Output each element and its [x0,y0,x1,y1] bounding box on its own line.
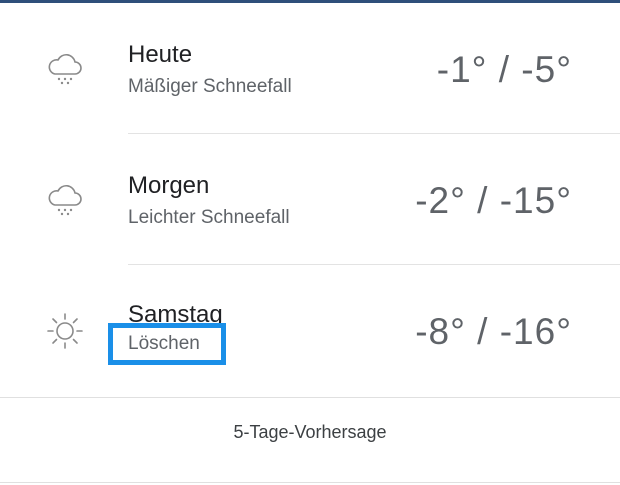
forecast-row-today[interactable]: Heute Mäßiger Schneefall -1° / -5° [0,3,620,134]
day-label: Morgen [128,172,210,199]
snow-cloud-icon [48,54,82,85]
highlight-annotation-box [108,323,226,365]
temperature-range: -8° / -16° [415,311,572,352]
forecast-row-saturday[interactable]: Samstag Löschen -8° / -16° [0,265,620,396]
forecast-row-tomorrow[interactable]: Morgen Leichter Schneefall -2° / -15° [0,134,620,265]
sun-icon [47,313,83,349]
forecast-list: Heute Mäßiger Schneefall -1° / -5° Morge… [0,3,620,396]
bottom-divider [0,482,620,483]
temperature-range: -1° / -5° [436,49,572,90]
snow-cloud-icon [48,185,82,216]
condition-label: Leichter Schneefall [128,207,290,228]
footer-divider [0,397,620,398]
temperature-range: -2° / -15° [415,180,572,221]
five-day-forecast-link[interactable]: 5-Tage-Vorhersage [0,422,620,443]
day-label: Heute [128,41,193,68]
condition-label: Mäßiger Schneefall [128,76,292,97]
